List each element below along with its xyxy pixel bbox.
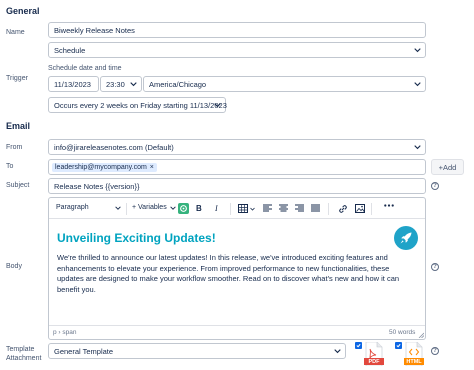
template-help-icon[interactable]: ? bbox=[431, 347, 439, 355]
chevron-down-icon bbox=[114, 205, 121, 210]
rocket-badge bbox=[394, 226, 418, 250]
section-general: General bbox=[6, 6, 40, 16]
italic-label: I bbox=[215, 204, 218, 213]
paragraph-format-label: Paragraph bbox=[56, 204, 89, 211]
from-value: info@jirareleasenotes.com (Default) bbox=[54, 142, 174, 152]
table-icon bbox=[238, 204, 248, 213]
justify-button[interactable] bbox=[311, 204, 320, 212]
more-options-button[interactable] bbox=[384, 204, 394, 207]
remove-tag-icon[interactable]: × bbox=[150, 164, 154, 171]
recurrence-select[interactable]: Occurs every 2 weeks on Friday starting … bbox=[48, 97, 227, 113]
align-center-icon bbox=[279, 204, 288, 212]
pdf-file-icon: PDF bbox=[364, 341, 384, 367]
date-input[interactable]: 11/13/2023 bbox=[48, 76, 99, 92]
template-select[interactable]: General Template bbox=[48, 343, 346, 359]
chevron-down-icon bbox=[214, 103, 221, 108]
body-label: Body bbox=[6, 263, 22, 270]
subject-help-icon[interactable]: ? bbox=[431, 182, 439, 190]
word-count: 50 words bbox=[389, 329, 416, 336]
align-justify-icon bbox=[311, 204, 320, 212]
editor-heading[interactable]: Unveiling Exciting Updates! bbox=[57, 231, 216, 245]
toolbar-divider bbox=[230, 203, 231, 215]
time-select[interactable]: 23:30 bbox=[100, 76, 142, 92]
statusbar-border bbox=[49, 325, 425, 326]
subject-value: Release Notes {{version}} bbox=[54, 181, 140, 191]
html-label: HTML bbox=[404, 358, 424, 365]
align-left-icon bbox=[263, 204, 272, 212]
align-right-button[interactable] bbox=[295, 204, 304, 212]
name-input-value: Biweekly Release Notes bbox=[54, 25, 135, 35]
time-value: 23:30 bbox=[106, 79, 125, 89]
chevron-down-icon bbox=[414, 145, 421, 150]
align-left-button[interactable] bbox=[263, 204, 272, 212]
toolbar-bottom-border bbox=[49, 218, 425, 219]
align-right-icon bbox=[295, 204, 304, 212]
toolbar-divider bbox=[126, 203, 127, 215]
chevron-down-icon bbox=[169, 205, 176, 210]
resize-handle-icon[interactable] bbox=[418, 332, 424, 338]
name-label: Name bbox=[6, 29, 25, 36]
date-value: 11/13/2023 bbox=[54, 79, 91, 89]
add-recipient-button[interactable]: +Add bbox=[431, 159, 464, 175]
table-button[interactable] bbox=[238, 204, 255, 213]
chevron-down-icon bbox=[130, 82, 137, 87]
bold-label: B bbox=[196, 204, 202, 213]
ai-assist-button[interactable] bbox=[178, 203, 189, 214]
subject-label: Subject bbox=[6, 182, 30, 189]
section-email: Email bbox=[6, 121, 31, 131]
chevron-down-icon bbox=[334, 349, 341, 354]
name-input[interactable]: Biweekly Release Notes bbox=[48, 22, 426, 38]
rocket-icon bbox=[400, 232, 412, 244]
editor-paragraph[interactable]: We're thrilled to announce our latest up… bbox=[57, 253, 413, 295]
pdf-attachment-checkbox[interactable] bbox=[355, 342, 362, 349]
toolbar-divider bbox=[371, 203, 372, 215]
element-path: p › span bbox=[53, 329, 77, 336]
template-value: General Template bbox=[54, 346, 114, 356]
html-attachment-checkbox[interactable] bbox=[395, 342, 402, 349]
paragraph-format-dropdown[interactable]: Paragraph bbox=[56, 204, 121, 211]
more-horizontal-icon bbox=[384, 204, 394, 207]
align-center-button[interactable] bbox=[279, 204, 288, 212]
trigger-label: Trigger bbox=[6, 75, 28, 82]
toolbar-divider bbox=[328, 203, 329, 215]
checkmark-icon bbox=[356, 343, 361, 348]
template-attachment-label: Template Attachment bbox=[6, 346, 42, 362]
link-button[interactable] bbox=[338, 204, 348, 214]
chevron-down-icon bbox=[414, 48, 421, 53]
to-input[interactable]: leadership@mycompany.com × bbox=[48, 159, 426, 175]
recurrence-value: Occurs every 2 weeks on Friday starting … bbox=[54, 100, 227, 110]
to-recipient-tag: leadership@mycompany.com × bbox=[52, 162, 157, 172]
image-icon bbox=[355, 204, 365, 213]
italic-button[interactable]: I bbox=[215, 204, 218, 213]
add-recipient-label: +Add bbox=[438, 162, 457, 172]
ai-sparkle-icon bbox=[180, 205, 187, 212]
timezone-value: America/Chicago bbox=[149, 79, 207, 89]
trigger-type-value: Schedule bbox=[54, 45, 86, 55]
chevron-down-icon bbox=[250, 207, 255, 211]
subject-input[interactable]: Release Notes {{version}} bbox=[48, 178, 426, 194]
bold-button[interactable]: B bbox=[196, 204, 202, 213]
to-label: To bbox=[6, 163, 14, 170]
body-help-icon[interactable]: ? bbox=[431, 263, 439, 271]
from-select[interactable]: info@jirareleasenotes.com (Default) bbox=[48, 139, 426, 155]
variables-label: + Variables bbox=[132, 204, 167, 211]
trigger-type-select[interactable]: Schedule bbox=[48, 42, 426, 58]
variables-dropdown[interactable]: + Variables bbox=[132, 204, 176, 211]
from-label: From bbox=[6, 144, 23, 151]
link-icon bbox=[339, 205, 347, 213]
chevron-down-icon bbox=[414, 82, 421, 87]
pdf-label: PDF bbox=[364, 358, 384, 365]
html-file-icon: HTML bbox=[404, 341, 424, 367]
to-recipient-email: leadership@mycompany.com bbox=[55, 163, 147, 171]
checkmark-icon bbox=[396, 343, 401, 348]
image-button[interactable] bbox=[355, 204, 365, 213]
schedule-date-time-label: Schedule date and time bbox=[48, 65, 122, 72]
timezone-select[interactable]: America/Chicago bbox=[143, 76, 426, 92]
